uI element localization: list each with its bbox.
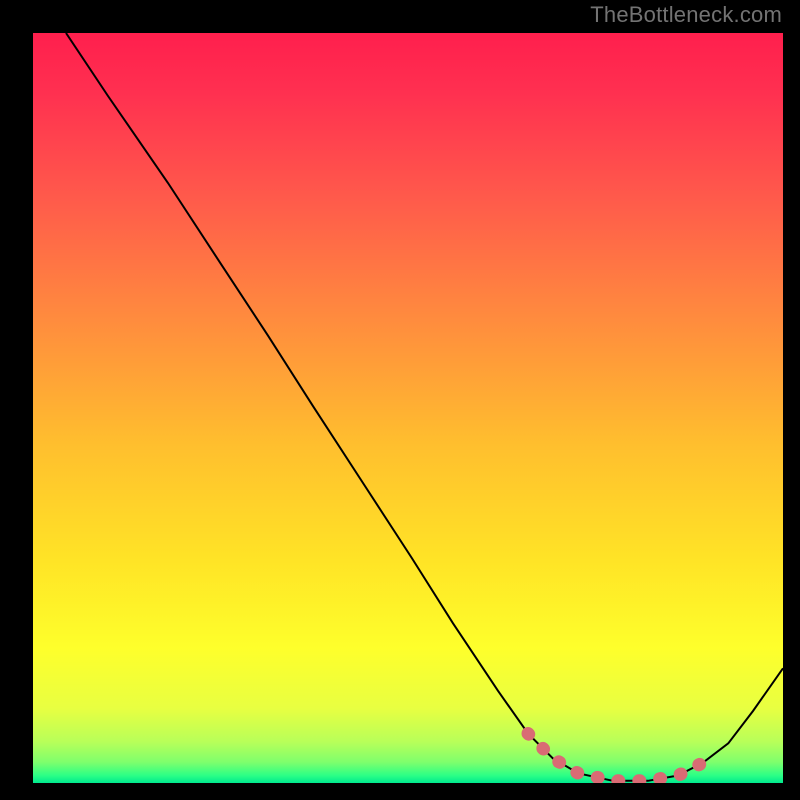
watermark-text: TheBottleneck.com	[590, 2, 782, 28]
bottleneck-chart	[33, 33, 783, 783]
gradient-background	[33, 33, 783, 783]
chart-frame: TheBottleneck.com	[0, 0, 800, 800]
